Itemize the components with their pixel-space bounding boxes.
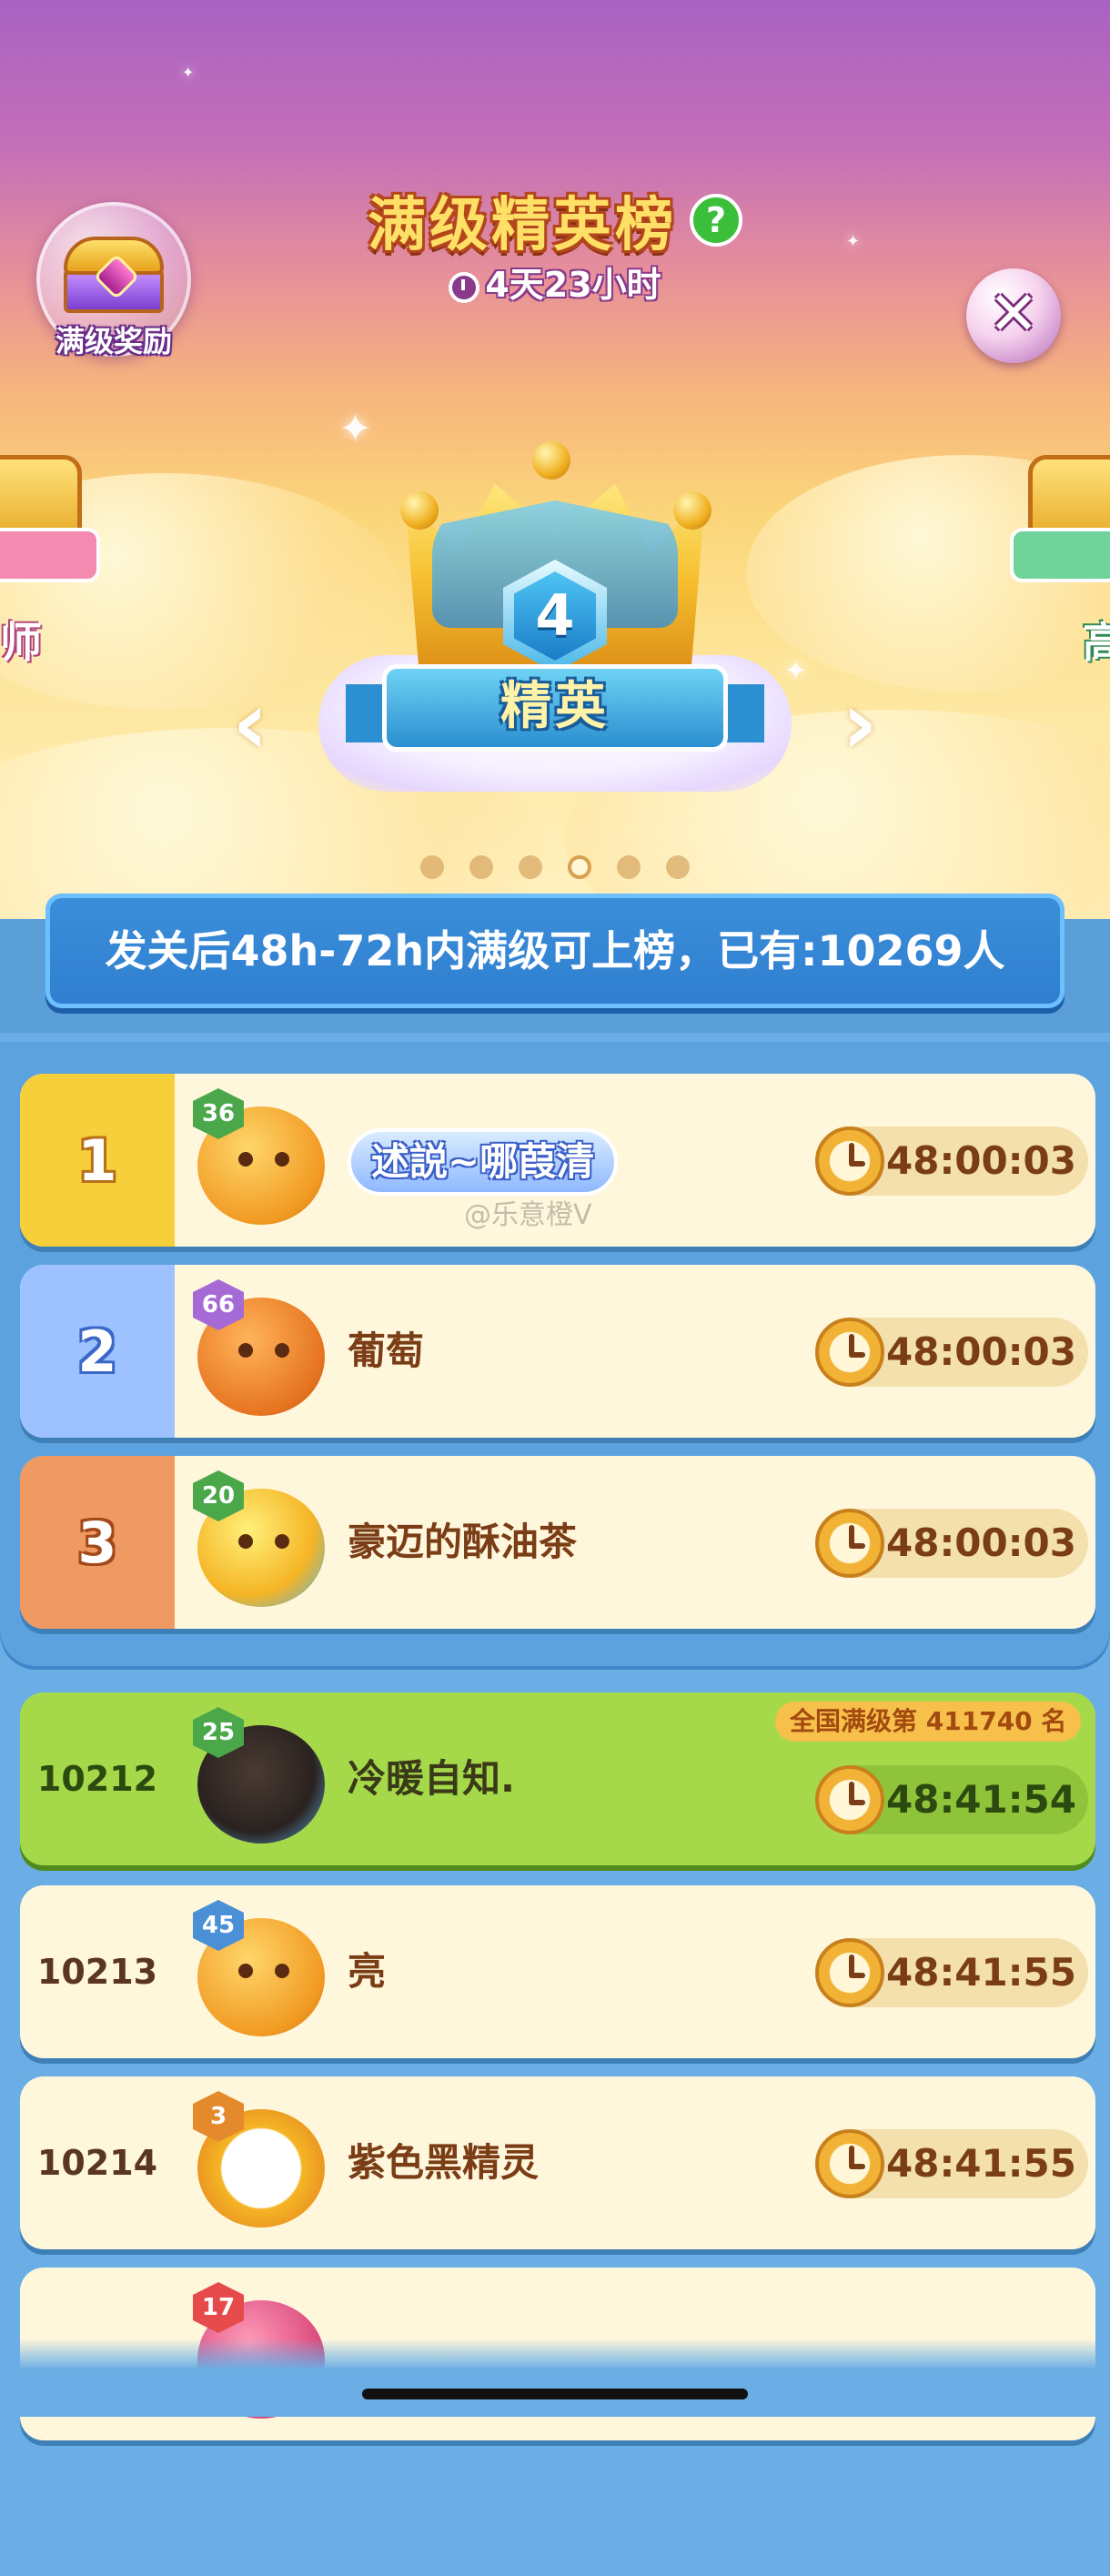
- carousel-pagination: [0, 855, 1110, 883]
- reward-label: 满级奖励: [55, 324, 172, 359]
- national-rank-number: 411740: [925, 1706, 1033, 1736]
- page-dot[interactable]: [666, 855, 690, 879]
- leaderboard-row[interactable]: 10214 3 紫色黑精灵 48:41:55: [20, 2076, 1095, 2249]
- finish-time: 48:00:03: [815, 1126, 1088, 1196]
- page-dot-active[interactable]: [568, 855, 591, 879]
- hero-area: ✦ ✦ ✦ ✦ 满级奖励 满级精英榜? 4天23小时 ✕ 师 高 4 精英 ‹ …: [0, 0, 1110, 919]
- rank-cell: 3: [20, 1456, 175, 1629]
- previous-tier-label: 师: [0, 618, 42, 667]
- chevron-right-icon[interactable]: ›: [832, 678, 887, 769]
- page-dot[interactable]: [469, 855, 493, 879]
- leaderboard-row[interactable]: 3 20 豪迈的酥油茶 48:00:03: [20, 1456, 1095, 1629]
- next-tier-label: 高: [1083, 618, 1110, 667]
- countdown-text: 4天23小时: [485, 265, 661, 305]
- close-button[interactable]: ✕: [966, 268, 1061, 363]
- avatar[interactable]: 3: [193, 2091, 329, 2235]
- help-icon[interactable]: ?: [690, 194, 742, 247]
- my-rank-row[interactable]: 10212 25 冷暖自知. 全国满级第 411740 名 48:41:54: [20, 1692, 1095, 1865]
- rank-cell: 1: [20, 1074, 175, 1247]
- finish-time: 48:00:03: [815, 1318, 1088, 1387]
- tier-crown-current: 4 精英: [309, 437, 801, 819]
- finish-time-text: 48:00:03: [886, 1520, 1076, 1565]
- avatar[interactable]: 45: [193, 1900, 329, 2044]
- player-name: 豪迈的酥油茶: [348, 1520, 578, 1564]
- rank-cell: 10212: [20, 1692, 175, 1865]
- finish-time: 48:41:55: [815, 2129, 1088, 2198]
- finish-time: 48:41:55: [815, 1938, 1088, 2007]
- player-name: 冷暖自知.: [348, 1756, 515, 1801]
- leaderboard-row[interactable]: 10213 45 亮 48:41:55: [20, 1885, 1095, 2058]
- watermark: @乐意橙V: [464, 1199, 592, 1231]
- countdown: 4天23小时: [0, 257, 1110, 307]
- rank-number: 1: [77, 1126, 117, 1194]
- finish-time: 48:00:03: [815, 1509, 1088, 1578]
- leaderboard-row[interactable]: 2 66 葡萄 48:00:03: [20, 1265, 1095, 1438]
- bottom-fade: [0, 2339, 1110, 2417]
- rank-number: 2: [77, 1318, 117, 1385]
- national-rank-suffix: 名: [1041, 1706, 1067, 1736]
- home-indicator[interactable]: [362, 2389, 748, 2399]
- finish-time-text: 48:41:54: [886, 1777, 1076, 1822]
- rank-cell: 10213: [20, 1885, 175, 2058]
- avatar[interactable]: 36: [193, 1088, 329, 1232]
- tier-crown-previous[interactable]: 师: [0, 455, 100, 667]
- national-rank-prefix: 全国满级第: [790, 1706, 918, 1736]
- page-dot[interactable]: [617, 855, 641, 879]
- clock-icon: [815, 1126, 884, 1196]
- rank-cell: 10214: [20, 2076, 175, 2249]
- rank-cell: 2: [20, 1265, 175, 1438]
- player-name: 亮: [348, 1949, 387, 1994]
- tier-crown-next[interactable]: 高: [1010, 455, 1110, 667]
- player-name: 葡萄: [348, 1328, 425, 1373]
- player-name-tag: 述説~哪葭清: [348, 1128, 619, 1196]
- clock-icon: [449, 271, 480, 303]
- rank-number: 3: [77, 1509, 117, 1576]
- avatar[interactable]: 20: [193, 1470, 329, 1614]
- sparkle-icon: ✦: [182, 64, 195, 81]
- clock-icon: [815, 2129, 884, 2198]
- page-title-row: 满级精英榜?: [0, 178, 1110, 262]
- finish-time: 48:41:54: [815, 1765, 1088, 1834]
- tier-name: 精英: [382, 664, 728, 752]
- avatar[interactable]: 25: [193, 1707, 329, 1851]
- finish-time-text: 48:00:03: [886, 1138, 1076, 1183]
- leaderboard-info-banner: 发关后48h-72h内满级可上榜，已有:10269人: [45, 894, 1065, 1008]
- finish-time-text: 48:00:03: [886, 1329, 1076, 1374]
- clock-icon: [815, 1938, 884, 2007]
- page-title: 满级精英榜: [368, 192, 677, 259]
- clock-icon: [815, 1318, 884, 1387]
- rank-number: 10214: [36, 2143, 158, 2183]
- finish-time-text: 48:41:55: [886, 2141, 1076, 2186]
- rank-number: 10213: [36, 1952, 158, 1992]
- clock-icon: [815, 1765, 884, 1834]
- clock-icon: [815, 1509, 884, 1578]
- avatar[interactable]: 66: [193, 1279, 329, 1423]
- page-dot[interactable]: [420, 855, 444, 879]
- national-rank-badge: 全国满级第 411740 名: [775, 1702, 1082, 1742]
- rank-number: 10212: [36, 1759, 158, 1799]
- chevron-left-icon[interactable]: ‹: [223, 678, 278, 769]
- player-name: 紫色黑精灵: [348, 2140, 540, 2185]
- page-dot[interactable]: [519, 855, 542, 879]
- finish-time-text: 48:41:55: [886, 1950, 1076, 1995]
